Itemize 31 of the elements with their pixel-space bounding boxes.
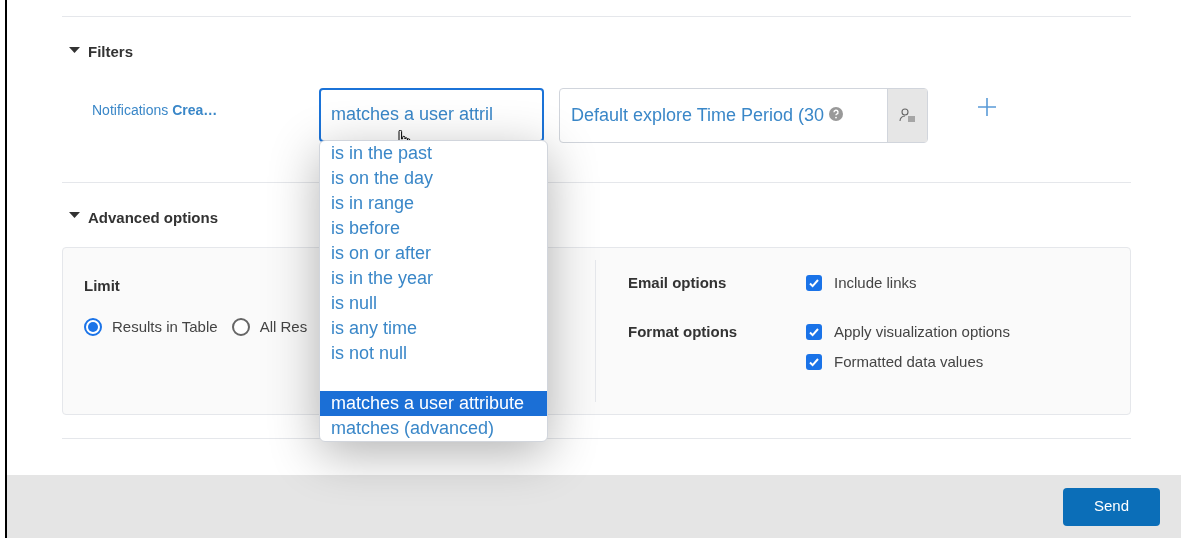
- option-label: Format options: [628, 321, 739, 342]
- menu-item[interactable]: is null: [320, 291, 547, 316]
- field-label: Notifications Crea…: [92, 100, 219, 120]
- section-title[interactable]: Advanced options: [88, 206, 218, 229]
- checkbox[interactable]: [806, 275, 822, 292]
- menu-item[interactable]: matches a user attribute: [320, 391, 547, 416]
- add-icon[interactable]: [978, 97, 996, 116]
- radio-button[interactable]: [231, 318, 250, 337]
- option-label: Email options: [628, 273, 728, 293]
- user-list-icon: [898, 107, 917, 123]
- limit-label: Limit: [84, 276, 120, 296]
- checkbox-label: Apply visualization options: [834, 321, 1010, 342]
- menu-item[interactable]: is in the past: [320, 141, 547, 166]
- menu-item[interactable]: is not null: [320, 341, 547, 366]
- menu-item[interactable]: is on the day: [320, 166, 547, 191]
- menu-item[interactable]: is on or after: [320, 241, 547, 266]
- checkbox-label: Formatted data values: [834, 352, 984, 372]
- help-icon[interactable]: [829, 106, 843, 121]
- menu-item[interactable]: is in range: [320, 191, 547, 216]
- radio-label: All Res: [259, 317, 308, 337]
- menu-item[interactable]: is any time: [320, 316, 547, 341]
- section-title[interactable]: Filters: [88, 41, 133, 64]
- menu-item[interactable]: is in the year: [320, 266, 547, 291]
- menu-item[interactable]: is before: [320, 216, 547, 241]
- radio-button[interactable]: [84, 318, 102, 337]
- radio-label: Results in Table: [112, 317, 218, 337]
- send-button[interactable]: Send: [1063, 487, 1160, 526]
- checkbox[interactable]: [806, 323, 822, 340]
- menu-item[interactable]: matches (advanced): [320, 416, 547, 441]
- checkbox-label: Include links: [834, 273, 917, 293]
- checkbox[interactable]: [806, 354, 822, 371]
